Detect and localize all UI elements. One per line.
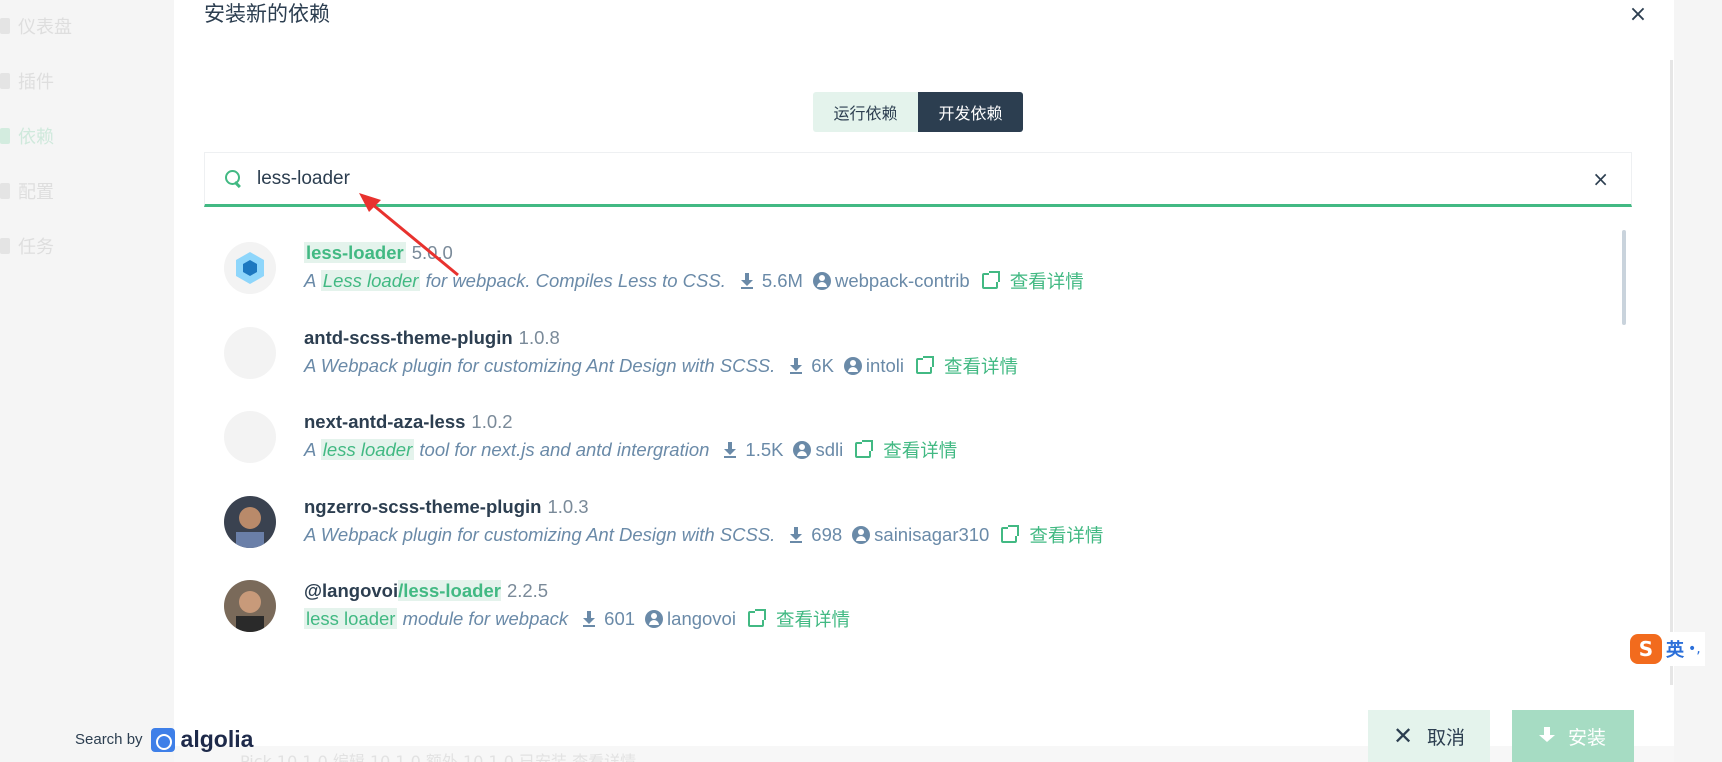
dependency-type-tabs: 运行依赖 开发依赖 [813, 92, 1023, 132]
search-by-label: Search by [75, 731, 143, 748]
list-item[interactable]: @langovoi/less-loader 2.2.5 less loader m… [204, 560, 1604, 644]
download-icon [1538, 727, 1555, 745]
author-icon [812, 272, 831, 290]
ime-mode-label: 英 [1666, 640, 1684, 661]
search-input[interactable] [257, 167, 1557, 190]
sidebar-item-label: 插件 [18, 72, 54, 93]
sidebar-item-label: 配置 [18, 182, 54, 203]
download-icon [582, 611, 596, 627]
sogou-ime-icon: S [1630, 634, 1662, 664]
package-name: antd-scss-theme-plugin [304, 327, 513, 348]
download-count: 1.5K [745, 439, 784, 460]
background-row: Pick 10.1.0 编辑 10.1.0 额外 10.1.0 已安装 查看详情 [240, 752, 637, 762]
list-item[interactable]: ngzerro-scss-theme-plugin 1.0.3 A Webpack… [204, 476, 1604, 560]
package-avatar [224, 242, 276, 294]
package-name: ngzerro-scss-theme-plugin [304, 496, 542, 517]
search-icon [223, 168, 245, 190]
package-author: intoli [865, 355, 904, 376]
modal-title: 安装新的依赖 [204, 2, 330, 26]
download-count: 698 [811, 524, 843, 545]
author-icon [793, 441, 812, 459]
view-details-link[interactable]: 查看详情 [883, 437, 957, 463]
sidebar-item-tasks: 任务 [0, 232, 54, 260]
results-scrollbar[interactable] [1622, 230, 1626, 325]
close-icon[interactable]: × [1624, 0, 1652, 28]
user-photo-icon [224, 580, 276, 632]
install-dependency-modal: 安装新的依赖 × 运行依赖 开发依赖 × less-loader5.0.0 A … [174, 0, 1674, 746]
external-link-icon [981, 271, 1000, 289]
package-author: sainisagar310 [874, 524, 990, 545]
annotation-arrow-icon [359, 193, 459, 277]
user-photo-icon [224, 496, 276, 548]
package-description: A Webpack plugin for customizing Ant Des… [304, 355, 776, 376]
dependency-icon [0, 128, 10, 144]
close-icon: ✕ [1392, 722, 1414, 750]
package-avatar [224, 411, 276, 463]
sidebar-item-label: 仪表盘 [18, 17, 72, 38]
clear-search-icon[interactable]: × [1592, 167, 1609, 191]
package-avatar [224, 496, 276, 548]
algolia-attribution[interactable]: Search by algolia [75, 726, 253, 753]
package-description: less loader module for webpack [304, 608, 569, 629]
package-author: webpack-contrib [834, 270, 970, 291]
plugin-icon [0, 73, 10, 89]
author-icon [852, 526, 871, 544]
author-icon [843, 357, 862, 375]
package-author: langovoi [667, 608, 736, 629]
task-icon [0, 238, 10, 254]
package-description: A less loader tool for next.js and antd … [304, 439, 710, 460]
view-details-link[interactable]: 查看详情 [944, 353, 1018, 379]
author-icon [645, 610, 664, 628]
package-version: 1.0.8 [518, 327, 560, 348]
modal-scrollbar[interactable] [1670, 60, 1673, 685]
sidebar-item-label: 任务 [18, 237, 54, 258]
package-version: 1.0.3 [547, 496, 589, 517]
package-version: 2.2.5 [506, 580, 549, 601]
package-author: sdli [815, 439, 844, 460]
package-name-highlight: /less-loader [398, 580, 501, 601]
download-icon [789, 527, 803, 543]
download-icon [789, 358, 803, 374]
external-link-icon [747, 609, 766, 627]
sidebar-item-config: 配置 [0, 177, 54, 205]
package-description: A Webpack plugin for customizing Ant Des… [304, 524, 776, 545]
list-item[interactable]: antd-scss-theme-plugin 1.0.8 A Webpack pl… [204, 307, 1604, 391]
ime-indicator[interactable]: S 英 •, [1626, 632, 1705, 666]
view-details-link[interactable]: 查看详情 [1010, 268, 1084, 294]
download-count: 5.6M [761, 270, 803, 291]
dashboard-icon [0, 18, 10, 34]
cancel-button[interactable]: ✕ 取消 [1368, 710, 1490, 762]
download-icon [723, 442, 737, 458]
view-details-link[interactable]: 查看详情 [1029, 522, 1103, 548]
webpack-logo-icon [224, 242, 276, 294]
package-version: 1.0.2 [471, 411, 513, 432]
external-link-icon [1001, 525, 1020, 543]
external-link-icon [915, 356, 934, 374]
package-avatar [224, 580, 276, 632]
ime-punct-label: •, [1688, 641, 1701, 657]
sidebar-item-plugins: 插件 [0, 67, 54, 95]
sidebar-item-label: 依赖 [18, 127, 54, 148]
view-details-link[interactable]: 查看详情 [776, 606, 850, 632]
download-count: 6K [811, 355, 834, 376]
list-item[interactable]: next-antd-aza-less 1.0.2 A less loader to… [204, 391, 1604, 475]
package-avatar [224, 327, 276, 379]
tab-runtime-dependency[interactable]: 运行依赖 [813, 92, 918, 132]
package-name: next-antd-aza-less [304, 411, 466, 432]
package-name: @langovoi [304, 580, 399, 601]
algolia-icon [150, 727, 175, 752]
config-icon [0, 183, 10, 199]
background-sidebar: 仪表盘 插件 依赖 配置 任务 [0, 0, 170, 762]
tab-dev-dependency[interactable]: 开发依赖 [918, 92, 1023, 132]
install-button[interactable]: 安装 [1512, 710, 1634, 762]
sidebar-item-dashboard: 仪表盘 [0, 12, 72, 40]
sidebar-item-dependencies: 依赖 [0, 122, 54, 150]
download-icon [740, 273, 754, 289]
external-link-icon [855, 440, 874, 458]
download-count: 601 [604, 608, 636, 629]
algolia-logo-text: algolia [180, 726, 254, 752]
